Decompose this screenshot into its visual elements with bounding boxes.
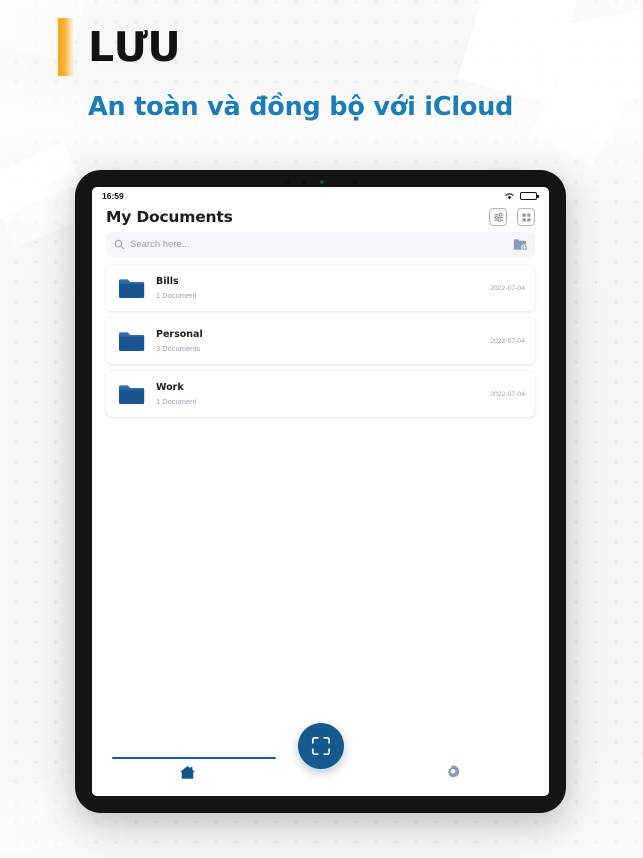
folder-icon xyxy=(118,331,145,351)
device-screen: 16:59 My Documents Search here... Bills … xyxy=(92,187,549,796)
folder-date: 2022-07-04 xyxy=(490,390,525,398)
ambient-sensor-icon xyxy=(337,181,339,183)
folder-list: Bills 1 Document 2022-07-04 Personal 3 D… xyxy=(92,257,549,742)
wifi-icon xyxy=(505,192,514,199)
search-section xyxy=(92,232,549,257)
folder-date: 2022-07-04 xyxy=(490,284,525,292)
sensor-led-icon xyxy=(320,180,324,184)
folder-list-item[interactable]: Work 1 Document 2022-07-04 xyxy=(106,371,535,417)
folder-icon xyxy=(118,384,145,404)
scan-frame-icon xyxy=(311,736,330,756)
brand-header: LƯU An toàn và đồng bộ với iCloud xyxy=(0,0,643,122)
search-icon xyxy=(114,239,125,250)
home-tab[interactable] xyxy=(92,742,284,796)
folder-date: 2022-07-04 xyxy=(490,337,525,345)
sort-list-icon xyxy=(493,212,503,222)
settings-tab[interactable] xyxy=(358,742,550,796)
folder-document-count: 1 Document xyxy=(156,290,197,300)
folder-name: Personal xyxy=(156,329,203,341)
sort-filter-button[interactable] xyxy=(489,208,507,226)
grid-view-button[interactable] xyxy=(517,208,535,226)
search-input[interactable] xyxy=(130,239,508,250)
brand-subtitle: An toàn và đồng bộ với iCloud xyxy=(88,92,514,122)
scan-button[interactable] xyxy=(297,723,344,769)
folder-icon xyxy=(118,278,145,298)
front-camera-icon xyxy=(284,179,289,185)
folder-document-count: 1 Document xyxy=(156,396,197,406)
folder-meta: Personal 3 Documents xyxy=(156,329,490,352)
new-folder-icon[interactable] xyxy=(513,238,528,251)
folder-list-item[interactable]: Personal 3 Documents 2022-07-04 xyxy=(106,318,535,364)
folder-meta: Bills 1 Document xyxy=(156,276,490,299)
search-bar[interactable] xyxy=(106,232,535,257)
page-title: My Documents xyxy=(106,208,233,226)
folder-document-count: 3 Documents xyxy=(156,343,201,353)
tablet-device-frame: 16:59 My Documents Search here... Bills … xyxy=(75,170,566,813)
battery-icon xyxy=(520,191,539,200)
folder-list-item[interactable]: Bills 1 Document 2022-07-04 xyxy=(106,265,535,311)
home-icon xyxy=(180,765,196,779)
status-bar-time: 16:59 xyxy=(102,190,124,201)
brand-title: LƯU xyxy=(88,22,181,71)
status-bar: 16:59 xyxy=(92,187,549,204)
folder-name: Work xyxy=(156,382,184,394)
status-bar-indicators xyxy=(504,191,539,200)
app-header: My Documents xyxy=(92,204,549,232)
brand-accent-bar xyxy=(58,18,74,76)
brand-title-row: LƯU xyxy=(0,18,643,76)
gear-icon xyxy=(448,765,460,778)
home-indicator-line xyxy=(112,757,276,759)
front-camera-icon xyxy=(352,179,357,185)
header-actions xyxy=(489,208,535,226)
front-camera-icon xyxy=(302,179,307,185)
folder-name: Bills xyxy=(156,276,179,288)
folder-meta: Work 1 Document xyxy=(156,382,490,405)
bottom-navigation-bar xyxy=(92,723,550,796)
grid-view-icon xyxy=(521,212,531,222)
